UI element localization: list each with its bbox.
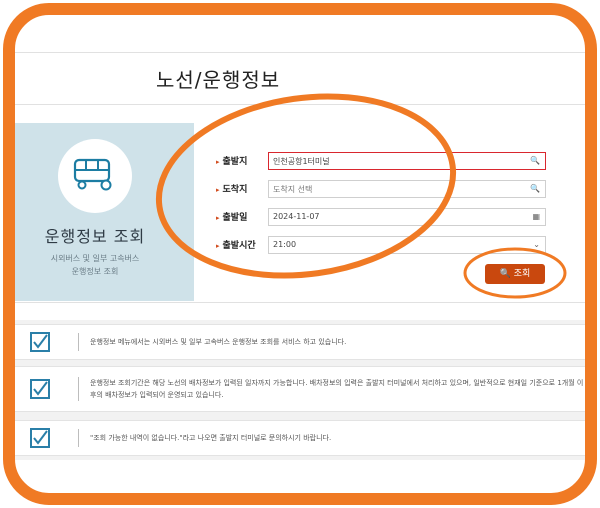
notice-separator [78, 377, 79, 401]
notice-item: 운행정보 메뉴에서는 시외버스 및 일부 고속버스 운행정보 조회를 서비스 하… [14, 324, 586, 360]
arrow-icon: ▸ [216, 214, 220, 222]
arrow-icon: ▸ [216, 158, 220, 166]
bus-icon-circle [58, 139, 132, 213]
check-icon [30, 332, 50, 352]
time-label: ▸ 출발시간 [216, 241, 256, 251]
left-panel: 운행정보 조회 시외버스 및 일부 고속버스 운행정보 조회 [14, 123, 194, 301]
notice-text: 운행정보 메뉴에서는 시외버스 및 일부 고속버스 운행정보 조회를 서비스 하… [90, 338, 347, 346]
page: 노선/운행정보 운행정보 조회 시외버스 및 일부 고속버스 운행정보 조회 ▸… [0, 0, 600, 508]
check-icon [30, 379, 50, 399]
check-icon [30, 428, 50, 448]
page-title: 노선/운행정보 [156, 68, 281, 92]
arrival-label: ▸ 도착지 [216, 185, 248, 195]
date-input[interactable]: 2024-11-07 ▦ [268, 208, 546, 226]
date-label: ▸ 출발일 [216, 213, 248, 223]
notice-item: 운행정보 조회기간은 해당 노선의 배차정보가 입력된 일자까지 가능합니다. … [14, 366, 586, 412]
divider [14, 104, 586, 105]
panel-subtitle: 시외버스 및 일부 고속버스 [50, 254, 140, 263]
search-icon: 🔍 [499, 269, 511, 279]
panel-title: 운행정보 조회 [44, 227, 146, 246]
notice-item: "조회 가능한 내역이 없습니다."라고 나오면 출발지 터미널로 문의하시기 … [14, 420, 586, 456]
notice-text: "조회 가능한 내역이 없습니다."라고 나오면 출발지 터미널로 문의하시기 … [90, 434, 332, 442]
arrow-icon: ▸ [216, 242, 220, 250]
search-icon[interactable]: 🔍 [530, 156, 540, 165]
time-select[interactable]: 21:00 ⌄ [268, 236, 546, 254]
notice-text: 운행정보 조회기간은 해당 노선의 배차정보가 입력된 일자까지 가능합니다. … [90, 379, 584, 399]
notice-separator [78, 429, 79, 447]
arrival-input[interactable]: 도착지 선택 🔍 [268, 180, 546, 198]
panel-subtitle: 운행정보 조회 [71, 267, 119, 276]
departure-label: ▸ 출발지 [216, 157, 248, 167]
divider [14, 52, 586, 53]
notice-separator [78, 333, 79, 351]
arrow-icon: ▸ [216, 186, 220, 194]
chevron-down-icon[interactable]: ⌄ [533, 240, 540, 249]
search-icon[interactable]: 🔍 [530, 184, 540, 193]
divider [14, 302, 586, 303]
departure-input[interactable]: 인천공항1터미널 🔍 [268, 152, 546, 170]
search-button[interactable]: 🔍 조회 [485, 264, 545, 284]
calendar-icon[interactable]: ▦ [532, 212, 540, 221]
bus-icon [73, 158, 112, 191]
